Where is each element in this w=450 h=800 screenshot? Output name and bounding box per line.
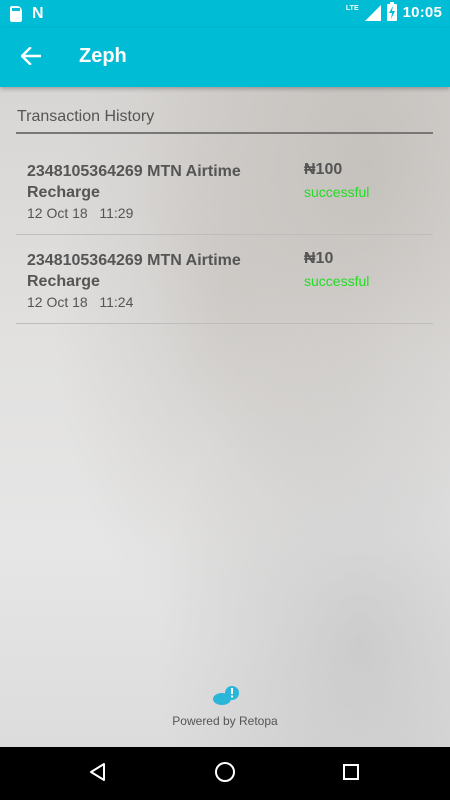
page-title: Zeph [79,45,127,67]
powered-by-text: Powered by Retopa [172,714,278,728]
nav-back-button[interactable] [85,761,111,787]
status-right-icons: LTE 10:05 [345,2,442,21]
transaction-row[interactable]: 2348105364269 MTN Airtime Recharge 12 Oc… [16,146,433,235]
transaction-description: 2348105364269 MTN Airtime Recharge [27,252,241,290]
transaction-amount: ₦100 [304,161,343,178]
transaction-time: 11:24 [99,294,134,310]
transaction-date: 12 Oct 18 [27,294,88,310]
transaction-list: 2348105364269 MTN Airtime Recharge 12 Oc… [16,146,433,324]
n-notification-icon: N [32,5,44,22]
powered-by-footer: Powered by Retopa [0,685,450,735]
nav-home-button[interactable] [212,761,238,787]
status-time: 10:05 [402,4,442,21]
transaction-datetime: 12 Oct 18 11:24 [27,294,133,310]
transaction-date: 12 Oct 18 [27,205,88,221]
section-title: Transaction History [17,108,155,125]
transaction-status: successful [304,273,370,289]
app-bar: Zeph [0,28,450,87]
back-triangle-icon [88,762,108,787]
status-bar: N LTE 10:05 [0,0,450,28]
home-circle-icon [214,761,236,788]
status-left-icons: N [10,5,44,23]
back-button[interactable] [18,45,44,71]
arrow-back-icon [20,45,42,70]
system-nav-bar [0,747,450,800]
nav-recents-button[interactable] [338,761,364,787]
signal-icon [364,4,381,21]
main-content: Transaction History 2348105364269 MTN Ai… [0,87,450,747]
section-divider [16,132,433,134]
transaction-description: 2348105364269 MTN Airtime Recharge [27,163,241,201]
transaction-status: successful [304,184,370,200]
transaction-row[interactable]: 2348105364269 MTN Airtime Recharge 12 Oc… [16,235,433,324]
network-type-label: LTE [345,5,359,12]
sd-card-icon [10,6,22,22]
battery-charging-icon [386,2,397,21]
transaction-datetime: 12 Oct 18 11:29 [27,205,133,221]
transaction-amount: ₦10 [304,250,334,267]
retopa-logo-icon [211,685,243,707]
transaction-time: 11:29 [99,205,134,221]
recents-square-icon [341,762,361,787]
